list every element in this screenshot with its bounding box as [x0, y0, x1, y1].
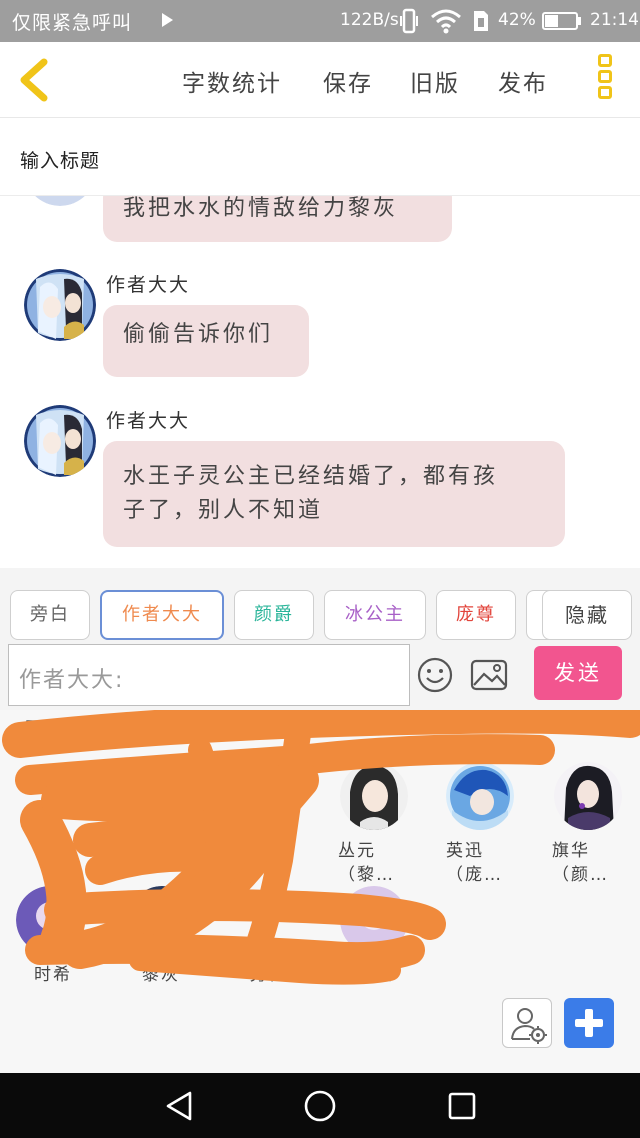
hide-button[interactable]: 隐藏: [542, 590, 632, 640]
avatar[interactable]: [24, 269, 96, 341]
message-text-line: 水王子灵公主已经结婚了，都有孩: [123, 464, 499, 489]
battery-icon: [542, 12, 581, 30]
sim-card-icon: [474, 11, 488, 31]
character-settings-button[interactable]: [502, 998, 552, 1048]
role-panel: 旁白 作者大大 颜爵 冰公主 庞尊 隐藏 作者大大: 发送: [0, 568, 640, 710]
clock: 21:14: [590, 10, 639, 30]
nav-home-icon[interactable]: [303, 1089, 337, 1123]
role-tab-ice-princess[interactable]: 冰公主: [324, 590, 426, 640]
chat-area[interactable]: 我把水水的情敌给力黎灰 作者大大 偷偷告诉你们 作者大大 水王子灵公主已经结婚了…: [0, 196, 640, 568]
publish-button[interactable]: 发布: [498, 64, 548, 98]
role-label: 作者大大: [122, 604, 202, 625]
add-character-button[interactable]: [564, 998, 614, 1048]
user-gear-icon: [511, 1008, 547, 1044]
more-menu-icon[interactable]: [594, 54, 616, 106]
system-nav-bar: [0, 1073, 640, 1138]
role-label: 颜爵: [254, 604, 294, 625]
plus-icon: [575, 1009, 603, 1037]
message-bubble[interactable]: 水王子灵公主已经结婚了，都有孩 子了，别人不知道: [103, 441, 565, 547]
editor-toolbar: 字数统计 保存 旧版 发布: [0, 42, 640, 118]
word-count-button[interactable]: 字数统计: [182, 64, 282, 98]
message-text: 偷偷告诉你们: [123, 322, 274, 347]
net-speed: 122B/s: [340, 10, 399, 30]
play-icon: [162, 13, 173, 27]
old-version-button[interactable]: 旧版: [410, 64, 460, 98]
character-grid: 灵公主 冰兵 水王 颜爵 丛元 （黎… 英迅 （庞… 旗华 （颜… 时希 黎灰 …: [0, 710, 640, 1073]
nav-recent-apps-icon[interactable]: [447, 1091, 477, 1121]
role-label: 旁白: [30, 604, 70, 625]
role-label: 冰公主: [345, 604, 405, 625]
message-bubble[interactable]: 偷偷告诉你们: [103, 305, 309, 377]
send-button[interactable]: 发送: [534, 646, 622, 700]
battery-percent: 42%: [498, 10, 536, 30]
avatar[interactable]: [24, 405, 96, 477]
vibrate-icon: [400, 8, 418, 34]
role-tab-pangzun[interactable]: 庞尊: [436, 590, 516, 640]
carrier-text: 仅限紧急呼叫: [12, 12, 133, 34]
back-arrow-icon[interactable]: [14, 56, 54, 104]
message-text: 我把水水的情敌给力黎灰: [123, 196, 399, 221]
author-name: 作者大大: [106, 274, 191, 296]
role-tab-yanjue[interactable]: 颜爵: [234, 590, 314, 640]
nav-back-icon[interactable]: [162, 1089, 196, 1123]
wifi-icon: [431, 9, 461, 34]
role-label: 庞尊: [456, 604, 496, 625]
message-input-prefix: 作者大大:: [19, 668, 125, 693]
image-icon[interactable]: [470, 659, 508, 691]
avatar[interactable]: [24, 196, 96, 206]
message-text-line: 子了，别人不知道: [123, 498, 324, 523]
status-bar: 仅限紧急呼叫 122B/s 42% 21:14: [0, 0, 640, 42]
role-tab-author[interactable]: 作者大大: [100, 590, 224, 640]
title-field[interactable]: 输入标题: [0, 118, 640, 196]
message-input[interactable]: 作者大大:: [8, 644, 410, 706]
emoji-icon[interactable]: [416, 656, 454, 694]
save-button[interactable]: 保存: [323, 64, 373, 98]
author-name: 作者大大: [106, 410, 191, 432]
title-placeholder: 输入标题: [20, 150, 101, 172]
message-bubble[interactable]: 我把水水的情敌给力黎灰: [103, 196, 452, 242]
role-tab-narrator[interactable]: 旁白: [10, 590, 90, 640]
